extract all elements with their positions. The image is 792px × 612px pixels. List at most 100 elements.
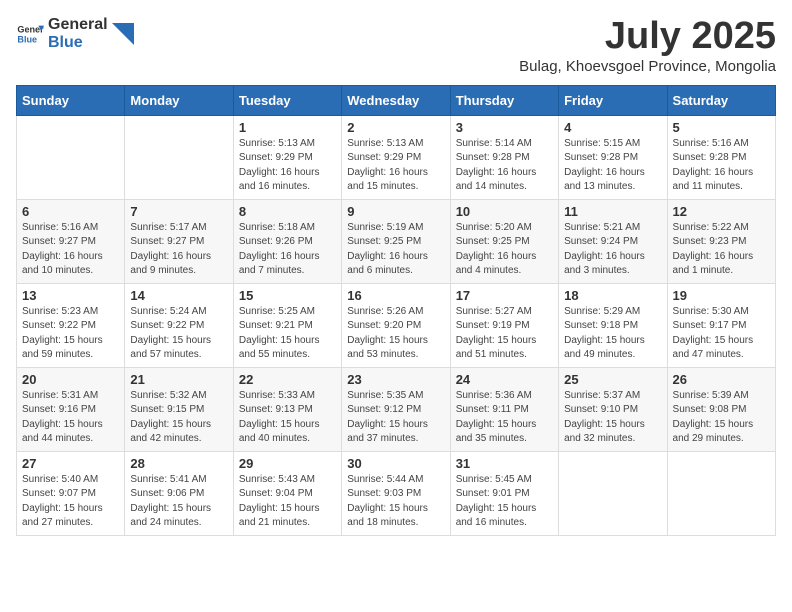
day-info: Sunrise: 5:36 AM Sunset: 9:11 PM Dayligh…	[456, 389, 553, 447]
day-info: Sunrise: 5:18 AM Sunset: 9:26 PM Dayligh…	[239, 221, 336, 279]
column-header-friday: Friday	[559, 85, 667, 115]
calendar-cell: 31 Sunrise: 5:45 AM Sunset: 9:01 PM Dayli…	[450, 451, 558, 535]
calendar-cell: 16 Sunrise: 5:26 AM Sunset: 9:20 PM Dayli…	[342, 283, 450, 367]
day-number: 4	[564, 120, 661, 135]
calendar-cell: 24 Sunrise: 5:36 AM Sunset: 9:11 PM Dayli…	[450, 367, 558, 451]
day-number: 31	[456, 456, 553, 471]
day-number: 8	[239, 204, 336, 219]
day-info: Sunrise: 5:35 AM Sunset: 9:12 PM Dayligh…	[347, 389, 444, 447]
calendar-cell	[559, 451, 667, 535]
day-number: 23	[347, 372, 444, 387]
calendar-cell: 15 Sunrise: 5:25 AM Sunset: 9:21 PM Dayli…	[233, 283, 341, 367]
day-number: 10	[456, 204, 553, 219]
title-area: July 2025 Bulag, Khoevsgoel Province, Mo…	[519, 16, 776, 75]
calendar-cell: 19Sunrise: 5:30 AM Sunset: 9:17 PM Dayli…	[667, 283, 775, 367]
column-header-sunday: Sunday	[17, 85, 125, 115]
calendar-week-row: 20 Sunrise: 5:31 AM Sunset: 9:16 PM Dayli…	[17, 367, 776, 451]
day-info: Sunrise: 5:41 AM Sunset: 9:06 PM Dayligh…	[130, 473, 227, 531]
logo-icon: General Blue	[16, 20, 44, 48]
day-number: 30	[347, 456, 444, 471]
column-header-thursday: Thursday	[450, 85, 558, 115]
day-info: Sunrise: 5:43 AM Sunset: 9:04 PM Dayligh…	[239, 473, 336, 531]
calendar-cell: 8 Sunrise: 5:18 AM Sunset: 9:26 PM Daylig…	[233, 199, 341, 283]
calendar-cell: 27Sunrise: 5:40 AM Sunset: 9:07 PM Dayli…	[17, 451, 125, 535]
calendar-cell: 21Sunrise: 5:32 AM Sunset: 9:15 PM Dayli…	[125, 367, 233, 451]
day-info: Sunrise: 5:24 AM Sunset: 9:22 PM Dayligh…	[130, 305, 227, 363]
day-number: 24	[456, 372, 553, 387]
calendar-cell	[667, 451, 775, 535]
calendar-cell: 12 Sunrise: 5:22 AM Sunset: 9:23 PM Dayli…	[667, 199, 775, 283]
calendar-cell: 9Sunrise: 5:19 AM Sunset: 9:25 PM Daylig…	[342, 199, 450, 283]
day-number: 5	[673, 120, 770, 135]
calendar-cell: 4 Sunrise: 5:15 AM Sunset: 9:28 PM Daylig…	[559, 115, 667, 199]
day-number: 26	[673, 372, 770, 387]
day-info: Sunrise: 5:33 AM Sunset: 9:13 PM Dayligh…	[239, 389, 336, 447]
calendar-cell: 29 Sunrise: 5:43 AM Sunset: 9:04 PM Dayli…	[233, 451, 341, 535]
calendar-cell: 18Sunrise: 5:29 AM Sunset: 9:18 PM Dayli…	[559, 283, 667, 367]
day-number: 16	[347, 288, 444, 303]
day-number: 29	[239, 456, 336, 471]
calendar-week-row: 1Sunrise: 5:13 AM Sunset: 9:29 PM Daylig…	[17, 115, 776, 199]
calendar-week-row: 6 Sunrise: 5:16 AM Sunset: 9:27 PM Daylig…	[17, 199, 776, 283]
logo-general: General	[48, 16, 108, 34]
calendar-cell: 17 Sunrise: 5:27 AM Sunset: 9:19 PM Dayli…	[450, 283, 558, 367]
day-info: Sunrise: 5:37 AM Sunset: 9:10 PM Dayligh…	[564, 389, 661, 447]
calendar-table: SundayMondayTuesdayWednesdayThursdayFrid…	[16, 85, 776, 536]
day-number: 9	[347, 204, 444, 219]
day-number: 22	[239, 372, 336, 387]
day-number: 17	[456, 288, 553, 303]
day-info: Sunrise: 5:14 AM Sunset: 9:28 PM Dayligh…	[456, 137, 553, 195]
day-number: 6	[22, 204, 119, 219]
header: General Blue General Blue July 2025 Bula…	[16, 16, 776, 75]
day-info: Sunrise: 5:16 AM Sunset: 9:27 PM Dayligh…	[22, 221, 119, 279]
calendar-cell: 10 Sunrise: 5:20 AM Sunset: 9:25 PM Dayli…	[450, 199, 558, 283]
day-info: Sunrise: 5:15 AM Sunset: 9:28 PM Dayligh…	[564, 137, 661, 195]
calendar-week-row: 13 Sunrise: 5:23 AM Sunset: 9:22 PM Dayli…	[17, 283, 776, 367]
day-number: 25	[564, 372, 661, 387]
column-header-tuesday: Tuesday	[233, 85, 341, 115]
day-info: Sunrise: 5:13 AM Sunset: 9:29 PM Dayligh…	[347, 137, 444, 195]
calendar-cell	[17, 115, 125, 199]
day-info: Sunrise: 5:20 AM Sunset: 9:25 PM Dayligh…	[456, 221, 553, 279]
calendar-cell: 14 Sunrise: 5:24 AM Sunset: 9:22 PM Dayli…	[125, 283, 233, 367]
calendar-cell: 5 Sunrise: 5:16 AM Sunset: 9:28 PM Daylig…	[667, 115, 775, 199]
day-info: Sunrise: 5:25 AM Sunset: 9:21 PM Dayligh…	[239, 305, 336, 363]
calendar-week-row: 27Sunrise: 5:40 AM Sunset: 9:07 PM Dayli…	[17, 451, 776, 535]
calendar-cell: 25 Sunrise: 5:37 AM Sunset: 9:10 PM Dayli…	[559, 367, 667, 451]
day-number: 21	[130, 372, 227, 387]
day-number: 15	[239, 288, 336, 303]
day-info: Sunrise: 5:45 AM Sunset: 9:01 PM Dayligh…	[456, 473, 553, 531]
day-info: Sunrise: 5:16 AM Sunset: 9:28 PM Dayligh…	[673, 137, 770, 195]
calendar-cell: 11Sunrise: 5:21 AM Sunset: 9:24 PM Dayli…	[559, 199, 667, 283]
calendar-cell: 1Sunrise: 5:13 AM Sunset: 9:29 PM Daylig…	[233, 115, 341, 199]
day-number: 11	[564, 204, 661, 219]
calendar-cell	[125, 115, 233, 199]
day-info: Sunrise: 5:26 AM Sunset: 9:20 PM Dayligh…	[347, 305, 444, 363]
day-number: 18	[564, 288, 661, 303]
column-header-monday: Monday	[125, 85, 233, 115]
calendar-cell: 6 Sunrise: 5:16 AM Sunset: 9:27 PM Daylig…	[17, 199, 125, 283]
page-title: July 2025	[519, 16, 776, 58]
day-info: Sunrise: 5:27 AM Sunset: 9:19 PM Dayligh…	[456, 305, 553, 363]
day-number: 14	[130, 288, 227, 303]
day-info: Sunrise: 5:22 AM Sunset: 9:23 PM Dayligh…	[673, 221, 770, 279]
day-info: Sunrise: 5:44 AM Sunset: 9:03 PM Dayligh…	[347, 473, 444, 531]
calendar-cell: 13 Sunrise: 5:23 AM Sunset: 9:22 PM Dayli…	[17, 283, 125, 367]
day-info: Sunrise: 5:31 AM Sunset: 9:16 PM Dayligh…	[22, 389, 119, 447]
day-number: 20	[22, 372, 119, 387]
page-subtitle: Bulag, Khoevsgoel Province, Mongolia	[519, 58, 776, 75]
calendar-cell: 20 Sunrise: 5:31 AM Sunset: 9:16 PM Dayli…	[17, 367, 125, 451]
day-number: 13	[22, 288, 119, 303]
column-header-wednesday: Wednesday	[342, 85, 450, 115]
day-number: 12	[673, 204, 770, 219]
calendar-cell: 28 Sunrise: 5:41 AM Sunset: 9:06 PM Dayli…	[125, 451, 233, 535]
column-header-saturday: Saturday	[667, 85, 775, 115]
day-number: 28	[130, 456, 227, 471]
day-info: Sunrise: 5:39 AM Sunset: 9:08 PM Dayligh…	[673, 389, 770, 447]
calendar-cell: 26 Sunrise: 5:39 AM Sunset: 9:08 PM Dayli…	[667, 367, 775, 451]
day-info: Sunrise: 5:23 AM Sunset: 9:22 PM Dayligh…	[22, 305, 119, 363]
calendar-cell: 30 Sunrise: 5:44 AM Sunset: 9:03 PM Dayli…	[342, 451, 450, 535]
day-number: 7	[130, 204, 227, 219]
logo: General Blue General Blue	[16, 16, 134, 53]
day-info: Sunrise: 5:17 AM Sunset: 9:27 PM Dayligh…	[130, 221, 227, 279]
